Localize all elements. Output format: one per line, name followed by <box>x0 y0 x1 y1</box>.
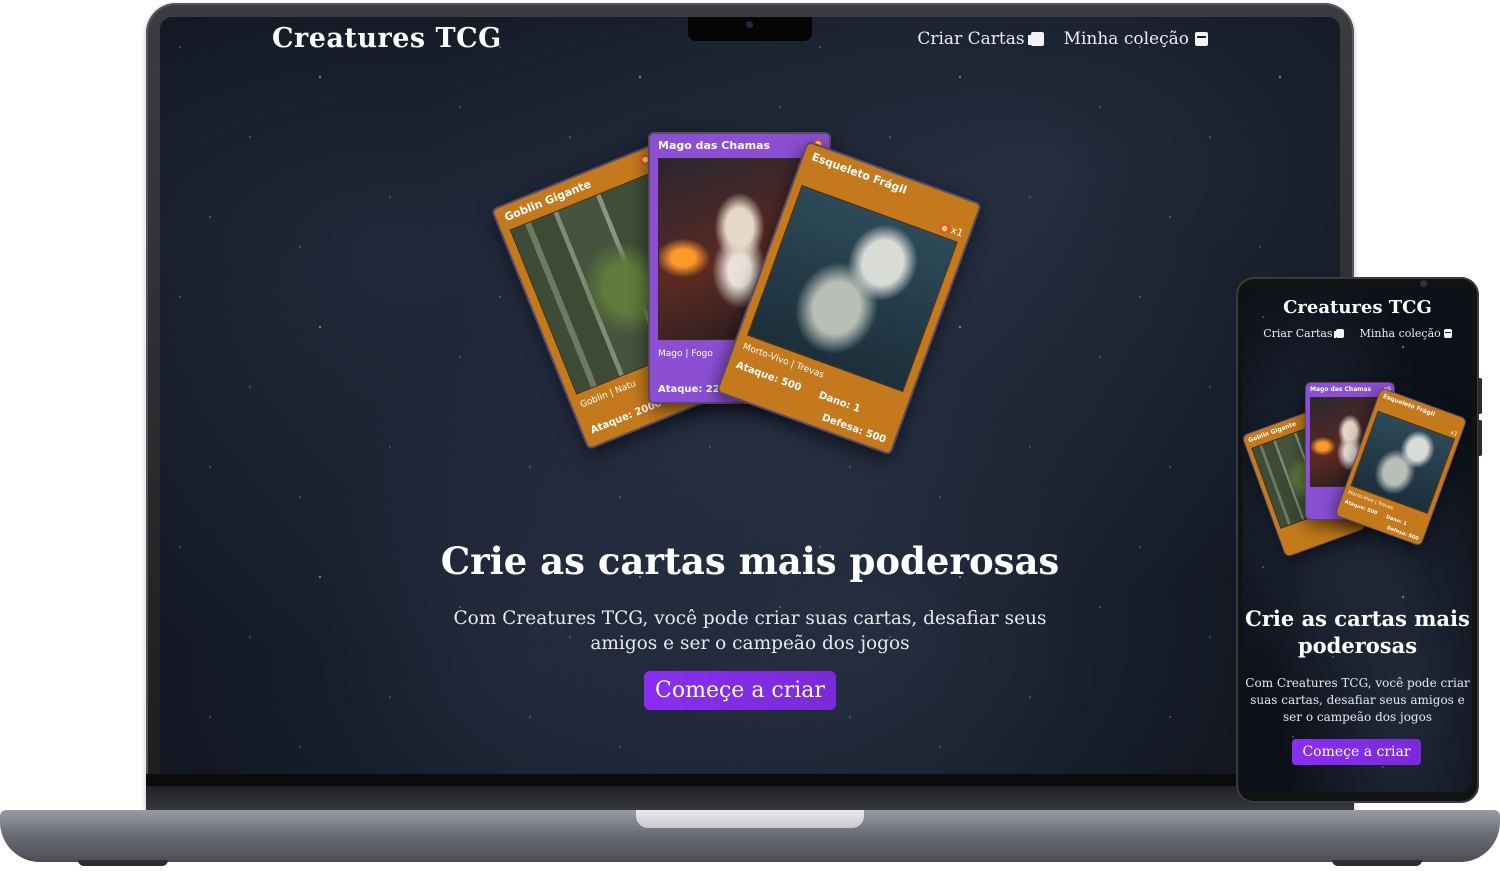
cards-icon <box>1333 329 1344 338</box>
hero-subtitle: Com Creatures TCG, você pode criar suas … <box>453 608 1047 654</box>
box-icon <box>1195 32 1208 46</box>
nav-minha-colecao-label: Minha coleção <box>1359 327 1441 340</box>
main-nav: Criar Cartas Minha coleção <box>1243 327 1472 340</box>
nav-criar-cartas[interactable]: Criar Cartas <box>917 29 1044 49</box>
hero-title: Crie as cartas mais poderosas <box>1245 606 1470 658</box>
cards-icon <box>1027 32 1044 46</box>
laptop-foot-right <box>1332 860 1422 866</box>
site-logo[interactable]: Creatures TCG <box>1243 297 1472 318</box>
hero-title: Crie as cartas mais poderosas <box>440 539 1060 583</box>
box-icon <box>1443 329 1452 338</box>
start-creating-button[interactable]: Começe a criar <box>644 671 836 710</box>
phone-camera-icon <box>1420 280 1427 287</box>
site-logo[interactable]: Creatures TCG <box>272 23 502 54</box>
phone-button <box>1478 420 1482 456</box>
nav-minha-colecao-label: Minha coleção <box>1063 29 1189 49</box>
nav-criar-cartas-label: Criar Cartas <box>917 29 1025 49</box>
laptop-screen: Creatures TCG Criar Cartas Minha coleção… <box>160 17 1340 774</box>
laptop-thumb-notch <box>636 810 864 828</box>
laptop-hinge <box>146 786 1354 812</box>
nav-criar-cartas-label: Criar Cartas <box>1263 327 1333 340</box>
card-type: Mago | Fogo <box>658 349 713 359</box>
camera-icon <box>746 21 753 28</box>
nav-minha-colecao[interactable]: Minha coleção <box>1064 29 1208 49</box>
card-name: Mago das Chamas <box>658 139 771 152</box>
camera-notch <box>688 17 812 41</box>
phone-button <box>1478 378 1482 414</box>
card-name: Mago das Chamas <box>1310 386 1372 393</box>
start-creating-button[interactable]: Começe a criar <box>1292 739 1421 765</box>
card-rarity-count: x1 <box>949 225 965 240</box>
main-nav: Criar Cartas Minha coleção <box>917 29 1208 49</box>
phone-screen: Creatures TCG Criar Cartas Minha coleção… <box>1243 287 1472 792</box>
nav-minha-colecao[interactable]: Minha coleção <box>1360 327 1452 340</box>
hero-subtitle: Com Creatures TCG, você pode criar suas … <box>1245 676 1470 724</box>
nav-criar-cartas[interactable]: Criar Cartas <box>1263 327 1344 340</box>
laptop-foot-left <box>78 860 168 866</box>
